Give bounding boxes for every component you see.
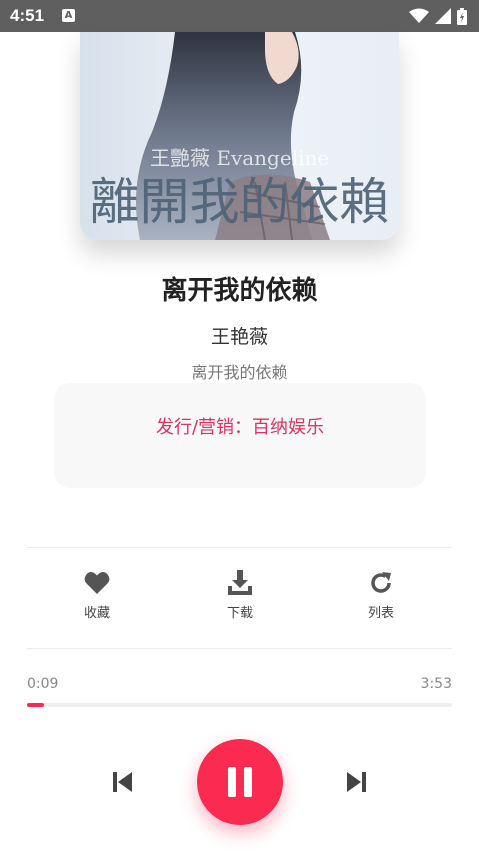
cover-title-text: 離開我的依賴 (89, 173, 390, 231)
heart-icon (84, 572, 110, 594)
divider-top (27, 547, 452, 548)
status-icons (409, 7, 467, 25)
playlist-label: 列表 (367, 606, 394, 621)
progress-fill (27, 703, 44, 707)
artist-name: 王艳薇 (210, 326, 268, 348)
pause-icon-right (244, 767, 252, 797)
pause-icon-left (228, 767, 236, 797)
notification-a-icon: A (62, 9, 75, 22)
publisher-text: 发行/营销：百纳娱乐 (155, 417, 325, 438)
favorite-button[interactable]: 收藏 (57, 570, 137, 621)
wifi-icon (409, 8, 429, 23)
skip-previous-icon (113, 772, 132, 792)
progress-bar[interactable] (27, 703, 452, 707)
info-card: 发行/营销：百纳娱乐 (54, 383, 426, 488)
album-cover: 王艷薇 Evangeline 離開我的依賴 (80, 32, 399, 240)
status-bar: 4:51 A (0, 0, 479, 32)
download-label: 下载 (226, 606, 253, 621)
song-title: 离开我的依赖 (161, 276, 318, 306)
skip-next-icon (347, 772, 366, 792)
current-time: 0:09 (27, 676, 59, 692)
status-time: 4:51 (10, 6, 45, 25)
album-name: 离开我的依赖 (191, 363, 288, 382)
signal-icon (435, 8, 451, 24)
download-button[interactable]: 下载 (200, 570, 280, 621)
total-time: 3:53 (420, 676, 452, 692)
download-icon (228, 570, 252, 595)
favorite-label: 收藏 (83, 606, 110, 621)
playlist-button[interactable]: 列表 (341, 570, 421, 621)
battery-icon (457, 7, 467, 25)
divider-bottom (27, 648, 452, 649)
previous-button[interactable] (110, 768, 136, 796)
refresh-icon (371, 572, 391, 593)
next-button[interactable] (343, 768, 369, 796)
pause-button[interactable] (197, 739, 283, 825)
